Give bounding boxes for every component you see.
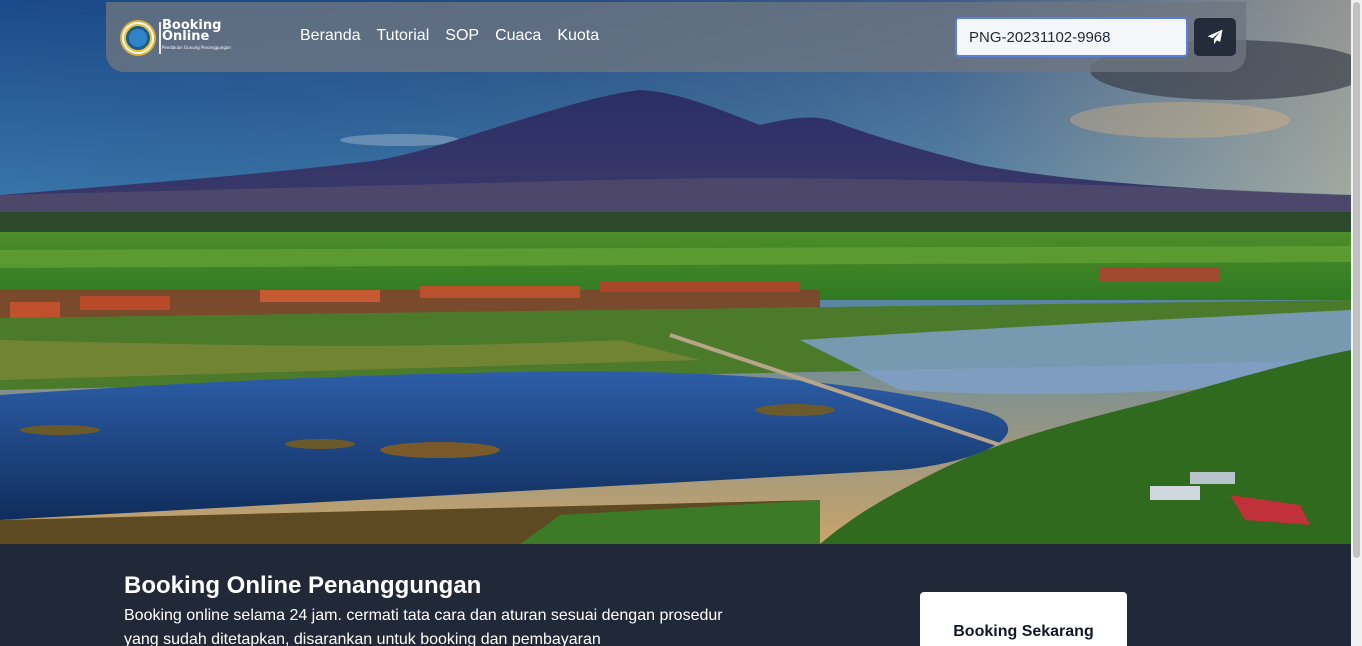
main-nav: Beranda Tutorial SOP Cuaca Kuota [300, 27, 615, 45]
hero-background-image [0, 0, 1351, 544]
nav-link-beranda[interactable]: Beranda [300, 27, 361, 45]
intro-description: Booking online selama 24 jam. cermati ta… [124, 607, 723, 646]
page-title: Booking Online Penanggungan [124, 572, 482, 599]
submit-search-button[interactable] [1194, 18, 1236, 56]
site-logo[interactable]: Booking Online Pendakian Gunung Penanggu… [120, 18, 231, 58]
logo-divider [159, 22, 161, 54]
logo-text-line2: Online [162, 29, 210, 44]
paper-plane-icon [1207, 29, 1223, 45]
logo-tagline: Pendakian Gunung Penanggungan [162, 45, 231, 50]
nav-link-tutorial[interactable]: Tutorial [377, 27, 430, 45]
scrollbar-thumb[interactable] [1353, 2, 1360, 558]
booking-code-input[interactable] [955, 17, 1188, 57]
page-scrollbar[interactable] [1351, 0, 1362, 646]
logo-seal-icon [120, 20, 156, 56]
nav-link-sop[interactable]: SOP [445, 27, 479, 45]
nav-link-cuaca[interactable]: Cuaca [495, 27, 541, 45]
nav-link-kuota[interactable]: Kuota [557, 27, 599, 45]
booking-now-button[interactable]: Booking Sekarang [920, 592, 1127, 646]
intro-section: Booking Online Penanggungan Booking onli… [0, 544, 1351, 646]
top-navbar: Booking Online Pendakian Gunung Penanggu… [106, 2, 1246, 72]
